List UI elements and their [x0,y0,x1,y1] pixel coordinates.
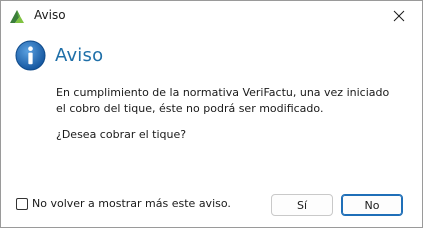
close-icon [393,10,405,22]
dialog-window: Aviso Aviso En cumplimiento de la normat… [0,0,423,228]
yes-button[interactable]: Sí [271,194,333,216]
message-line-2: el cobro del tique, éste no podrá ser mo… [56,102,324,115]
app-logo-icon [10,10,24,23]
dont-show-again-label[interactable]: No volver a mostrar más este aviso. [32,197,231,210]
window-title: Aviso [34,8,66,22]
dialog-heading: Aviso [15,40,103,71]
dont-show-again-checkbox[interactable] [16,197,28,210]
dont-show-again-option[interactable]: No volver a mostrar más este aviso. [16,197,231,210]
message-text: En cumplimiento de la normativa VeriFact… [56,85,396,117]
question-text: ¿Desea cobrar el tique? [56,128,187,141]
message-line-1: En cumplimiento de la normativa VeriFact… [56,86,390,99]
no-button[interactable]: No [341,194,403,216]
heading-text: Aviso [55,45,104,66]
title-bar[interactable]: Aviso [1,1,422,31]
close-button[interactable] [376,1,422,31]
info-icon [15,40,46,71]
